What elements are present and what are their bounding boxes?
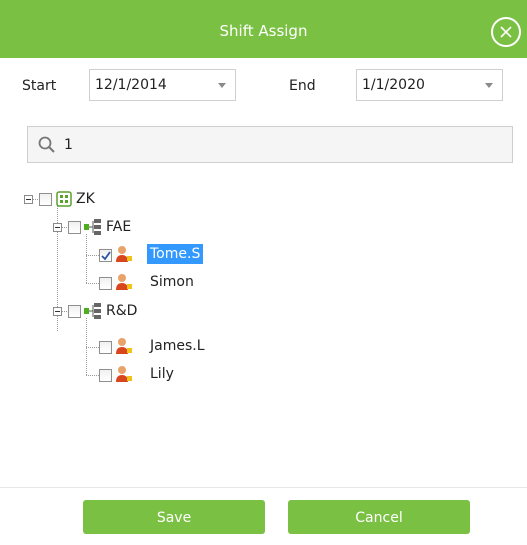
start-date-select[interactable]: 12/1/2014 [89, 69, 236, 101]
dialog-title: Shift Assign [219, 22, 308, 40]
tree-node-james-l-label[interactable]: James.L [147, 336, 208, 356]
tree-node-rd-label[interactable]: R&D [103, 301, 140, 321]
checkbox-rd[interactable] [68, 305, 81, 318]
collapse-toggle-fae[interactable] [53, 223, 62, 232]
person-icon [116, 246, 132, 262]
dialog-footer: Save Cancel [0, 487, 527, 545]
date-range-row: Start 12/1/2014 End 1/1/2020 [0, 58, 527, 108]
collapse-toggle-rd[interactable] [53, 307, 62, 316]
tree-node-root-label[interactable]: ZK [73, 189, 98, 209]
tree-node-fae-label[interactable]: FAE [103, 217, 134, 237]
tree-guide [62, 227, 67, 228]
save-button[interactable]: Save [83, 500, 265, 534]
caret-down-icon [485, 83, 493, 88]
checkbox-james-l[interactable] [99, 341, 112, 354]
department-icon [84, 303, 101, 319]
search-input[interactable] [64, 133, 494, 157]
tree-guide [86, 375, 99, 376]
tree-guide [86, 255, 99, 256]
start-date-value: 12/1/2014 [95, 77, 167, 93]
shift-assign-dialog: Shift Assign Start 12/1/2014 End 1/1/202… [0, 0, 527, 545]
tree-node-lily-label[interactable]: Lily [147, 364, 177, 384]
end-date-select[interactable]: 1/1/2020 [356, 69, 503, 101]
cancel-button[interactable]: Cancel [288, 500, 470, 534]
tree-guide [86, 283, 99, 284]
search-icon [38, 136, 55, 153]
person-icon [116, 338, 132, 354]
start-label: Start [22, 78, 57, 94]
tree-guide [86, 347, 99, 348]
tree-node-simon-label[interactable]: Simon [147, 272, 197, 292]
tree-guide [86, 234, 87, 283]
search-box [27, 126, 513, 163]
tree-guide [62, 311, 67, 312]
tree-guide [33, 199, 38, 200]
title-bar: Shift Assign [0, 0, 527, 58]
close-icon [500, 26, 512, 38]
checkbox-simon[interactable] [99, 277, 112, 290]
department-icon [84, 219, 101, 235]
person-icon [116, 366, 132, 382]
tree-node-tome-s-label[interactable]: Tome.S [147, 244, 204, 264]
checkbox-tome-s[interactable] [99, 249, 112, 262]
close-button[interactable] [491, 17, 521, 47]
checkbox-lily[interactable] [99, 369, 112, 382]
end-label: End [289, 78, 316, 94]
person-icon [116, 274, 132, 290]
caret-down-icon [218, 83, 226, 88]
end-date-value: 1/1/2020 [362, 77, 425, 93]
check-icon [101, 251, 111, 261]
company-icon [56, 191, 72, 207]
collapse-toggle-root[interactable] [24, 195, 33, 204]
checkbox-fae[interactable] [68, 221, 81, 234]
org-tree: ZK FAE Tome.S Simon R&D James.L Lily [0, 180, 527, 480]
checkbox-root[interactable] [39, 193, 52, 206]
